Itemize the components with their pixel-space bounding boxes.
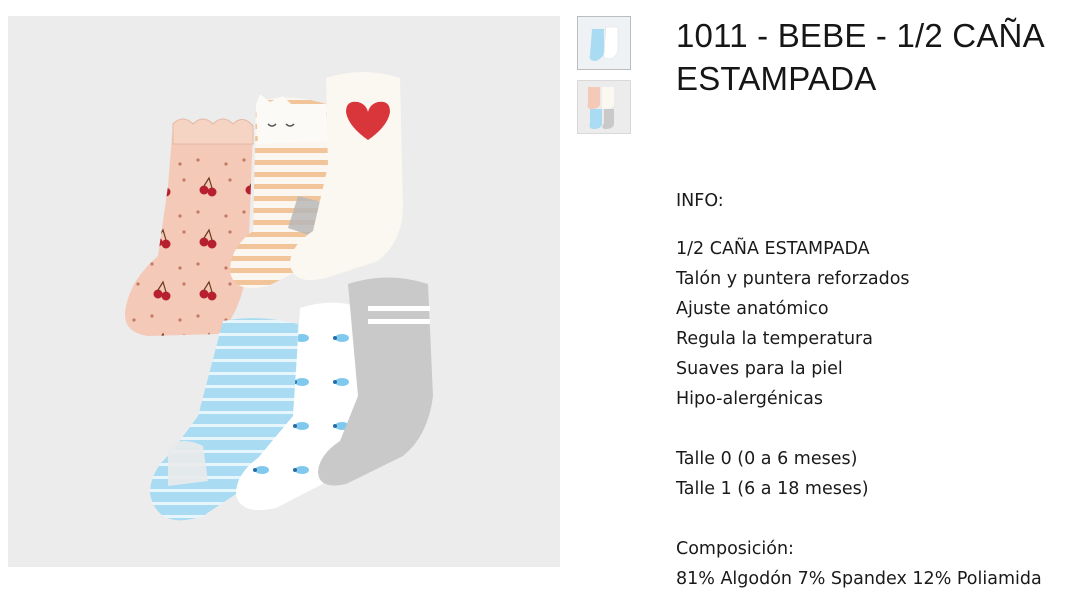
- socks-photo: [124, 72, 433, 521]
- product-description: INFO: 1/2 CAÑA ESTAMPADA Talón y puntera…: [676, 186, 1076, 594]
- feature-item: Ajuste anatómico: [676, 299, 829, 319]
- feature-item: Hipo-alergénicas: [676, 389, 824, 409]
- thumbnail-1[interactable]: [577, 16, 631, 70]
- thumbnail-image: [578, 81, 630, 133]
- feature-item: 1/2 CAÑA ESTAMPADA: [676, 239, 870, 259]
- feature-item: Suaves para la piel: [676, 359, 843, 379]
- composition-heading: Composición:: [676, 539, 794, 559]
- info-heading: INFO:: [676, 191, 724, 211]
- feature-item: Regula la temperatura: [676, 329, 873, 349]
- main-product-image[interactable]: [8, 16, 560, 567]
- composition-text: 81% Algodón 7% Spandex 12% Poliamida: [676, 569, 1042, 589]
- thumbnail-image: [578, 17, 630, 69]
- feature-item: Talón y puntera reforzados: [676, 269, 910, 289]
- pink-cherry-sock: [124, 118, 254, 336]
- thumbnail-2[interactable]: [577, 80, 631, 134]
- size-item: Talle 0 (0 a 6 meses): [676, 449, 858, 469]
- thumbnail-gallery: [577, 16, 631, 144]
- product-title: 1011 - BEBE - 1/2 CAÑA ESTAMPADA: [676, 17, 1043, 97]
- size-item: Talle 1 (6 a 18 meses): [676, 479, 869, 499]
